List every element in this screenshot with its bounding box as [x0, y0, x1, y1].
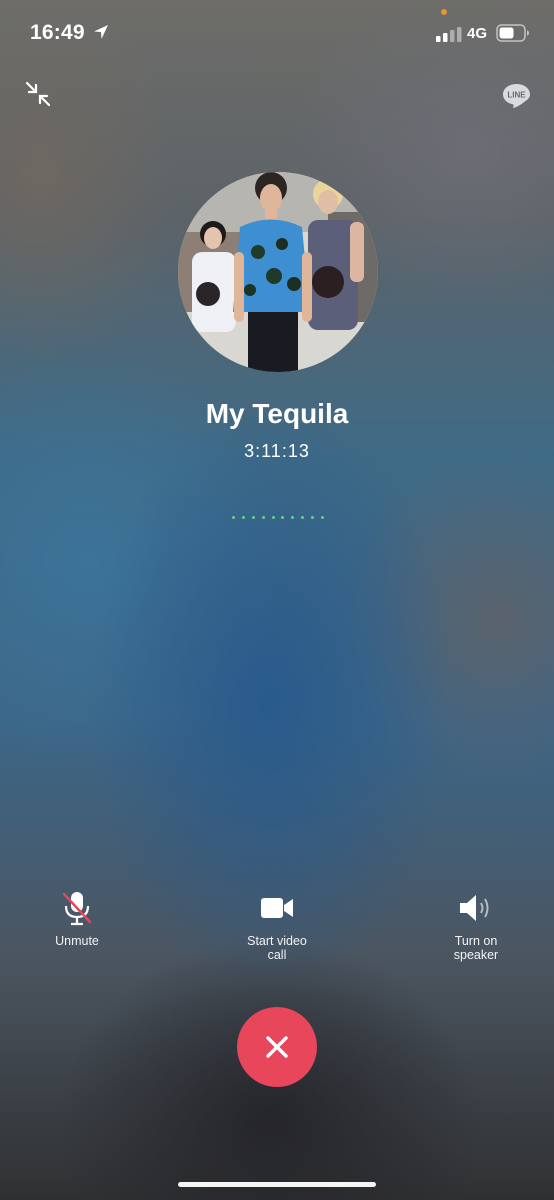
microphone-muted-icon — [62, 892, 92, 926]
battery-icon — [496, 24, 529, 42]
end-call-button[interactable] — [237, 1007, 317, 1087]
connection-indicator — [232, 515, 324, 521]
indicator-dot — [241, 516, 245, 519]
indicator-dot — [251, 516, 255, 519]
status-time: 16:49 — [30, 21, 85, 44]
network-type: 4G — [467, 25, 488, 42]
start-video-call-button[interactable]: Start video call — [217, 888, 337, 962]
close-x-icon — [266, 1036, 288, 1058]
start-video-label: Start video call — [247, 934, 307, 962]
minimize-call-button[interactable] — [24, 80, 52, 108]
status-bar: 16:49 4G — [0, 0, 554, 66]
caller-name: My Tequila — [205, 398, 349, 429]
speaker-label: Turn on speaker — [453, 934, 499, 962]
home-indicator[interactable] — [178, 1182, 376, 1187]
privacy-indicator-dot — [441, 9, 447, 15]
indicator-dot — [320, 516, 324, 519]
location-arrow-icon — [94, 25, 108, 39]
call-duration: 3:11:13 — [244, 441, 310, 461]
indicator-dot — [281, 516, 285, 519]
indicator-dot — [232, 516, 235, 519]
indicator-dot — [271, 516, 275, 519]
unmute-label: Unmute — [55, 934, 99, 948]
line-logo: LINE — [503, 84, 530, 108]
speaker-icon — [460, 895, 489, 921]
video-camera-icon — [261, 898, 293, 918]
line-logo-text: LINE — [507, 91, 526, 100]
unmute-button[interactable]: Unmute — [17, 888, 137, 948]
signal-bars-icon — [436, 27, 462, 42]
indicator-dot — [291, 516, 295, 519]
turn-on-speaker-button[interactable]: Turn on speaker — [416, 888, 536, 962]
indicator-dot — [311, 516, 314, 519]
caller-avatar — [178, 172, 378, 372]
indicator-dot — [301, 516, 305, 519]
indicator-dot — [261, 516, 265, 519]
